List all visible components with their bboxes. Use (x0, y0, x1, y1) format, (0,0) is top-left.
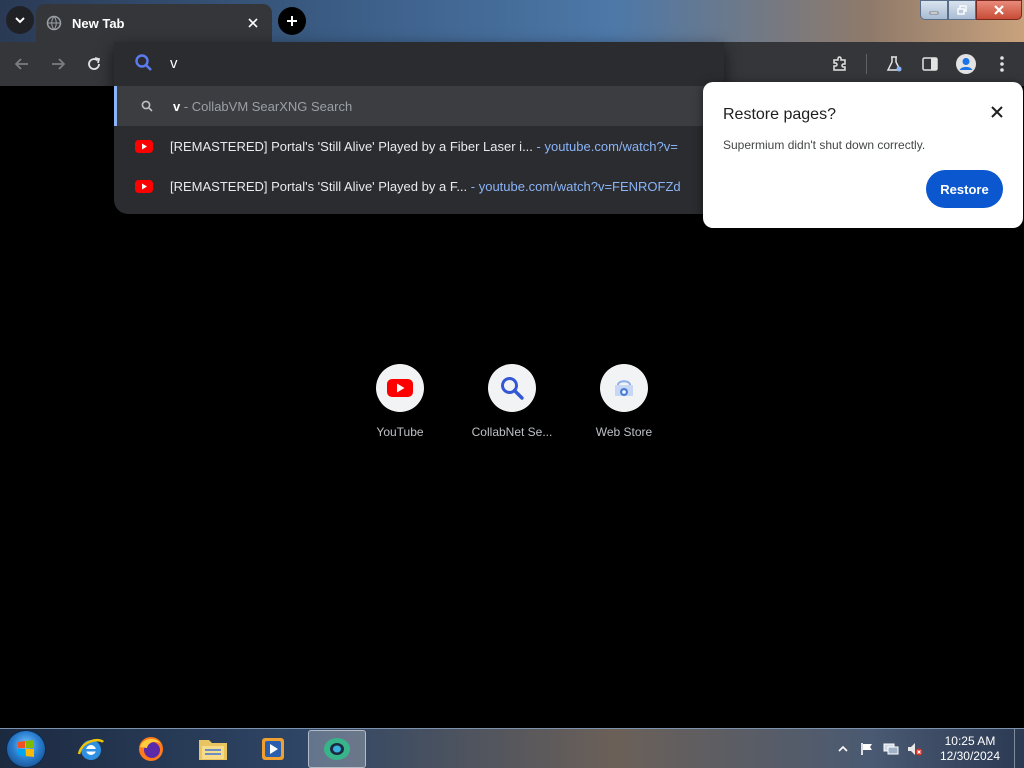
arrow-left-icon (14, 58, 28, 70)
window-controls (920, 0, 1022, 20)
more-vert-icon (1000, 56, 1004, 72)
suggestion-label: [REMASTERED] Portal's 'Still Alive' Play… (170, 138, 678, 154)
chevron-down-icon (15, 17, 25, 24)
start-button[interactable] (6, 730, 46, 768)
suggestion-history[interactable]: [REMASTERED] Portal's 'Still Alive' Play… (114, 166, 724, 206)
show-desktop-button[interactable] (1014, 729, 1024, 768)
side-panel-button[interactable] (918, 52, 942, 76)
new-tab-button[interactable] (278, 7, 306, 35)
shortcut-label: YouTube (376, 425, 424, 439)
puzzle-icon (833, 56, 846, 71)
tab-close-icon[interactable] (244, 14, 262, 32)
youtube-icon (376, 364, 424, 412)
restore-window-icon (957, 5, 967, 15)
youtube-icon (135, 178, 153, 194)
firefox-icon (139, 737, 163, 761)
flag-icon[interactable] (858, 741, 876, 757)
menu-button[interactable] (990, 52, 1014, 76)
omnibox[interactable]: v (114, 42, 724, 86)
chevron-up-icon[interactable] (834, 741, 852, 757)
tab-strip: New Tab (0, 0, 1024, 42)
tab-title: New Tab (72, 15, 125, 31)
volume-muted-icon[interactable] (906, 741, 924, 757)
suggestion-label: v - CollabVM SearXNG Search (173, 98, 353, 114)
tab-search-button[interactable] (6, 6, 34, 34)
side-panel-icon (922, 57, 938, 71)
taskbar-explorer[interactable] (184, 730, 242, 768)
minimize-icon (929, 11, 939, 15)
dialog-title: Restore pages? (723, 106, 836, 123)
extensions-button[interactable] (828, 52, 852, 76)
search-icon (135, 54, 152, 71)
clock-date: 12/30/2024 (939, 749, 1000, 763)
taskbar-internet-explorer[interactable] (62, 730, 120, 768)
shortcut-label: Web Store (595, 425, 653, 439)
system-tray: 10:25 AM 12/30/2024 (834, 729, 1024, 768)
reload-icon (88, 57, 101, 70)
supermium-icon (324, 738, 350, 760)
globe-icon (46, 15, 62, 31)
taskbar-firefox[interactable] (122, 730, 180, 768)
webstore-icon (600, 364, 648, 412)
labs-button[interactable] (882, 52, 906, 76)
media-player-icon (262, 738, 284, 760)
taskbar: 10:25 AM 12/30/2024 (0, 728, 1024, 768)
clock-time: 10:25 AM (944, 734, 996, 748)
shortcut-collabnet-search[interactable]: CollabNet Se... (456, 364, 568, 454)
folder-icon (199, 740, 227, 760)
toolbar-separator (866, 54, 867, 74)
internet-explorer-icon (77, 738, 104, 760)
close-icon (994, 5, 1004, 15)
restore-window-button[interactable] (948, 0, 976, 20)
shortcut-label: CollabNet Se... (471, 425, 553, 439)
omnibox-dropdown: v v - CollabVM SearXNG Search [REMASTERE… (114, 42, 724, 214)
profile-button[interactable] (954, 52, 978, 76)
shortcut-web-store[interactable]: Web Store (568, 364, 680, 454)
dialog-message: Supermium didn't shut down correctly. (723, 138, 926, 152)
omnibox-text[interactable]: v (170, 55, 178, 72)
reload-button[interactable] (82, 52, 106, 76)
plus-icon (287, 16, 297, 26)
search-icon (488, 364, 536, 412)
suggestion-history[interactable]: [REMASTERED] Portal's 'Still Alive' Play… (114, 126, 724, 166)
search-icon (138, 98, 156, 114)
network-icon[interactable] (882, 741, 900, 757)
taskbar-supermium[interactable] (308, 730, 366, 768)
minimize-button[interactable] (920, 0, 948, 20)
windows-logo-icon (18, 740, 34, 757)
clock[interactable]: 10:25 AM 12/30/2024 (940, 734, 1000, 764)
restore-button[interactable]: Restore (926, 170, 1003, 208)
arrow-right-icon (52, 58, 66, 70)
back-button[interactable] (10, 52, 34, 76)
avatar-icon (956, 54, 976, 74)
youtube-icon (135, 138, 153, 154)
taskbar-media-player[interactable] (244, 730, 302, 768)
close-window-button[interactable] (976, 0, 1022, 20)
shortcut-youtube[interactable]: YouTube (344, 364, 456, 454)
restore-pages-dialog: Restore pages? Supermium didn't shut dow… (703, 82, 1023, 228)
suggestion-search[interactable]: v - CollabVM SearXNG Search (114, 86, 724, 126)
suggestion-label: [REMASTERED] Portal's 'Still Alive' Play… (170, 178, 681, 194)
tab-new-tab[interactable]: New Tab (36, 4, 272, 42)
flask-icon (886, 56, 902, 72)
forward-button[interactable] (46, 52, 70, 76)
close-icon[interactable] (987, 102, 1007, 122)
